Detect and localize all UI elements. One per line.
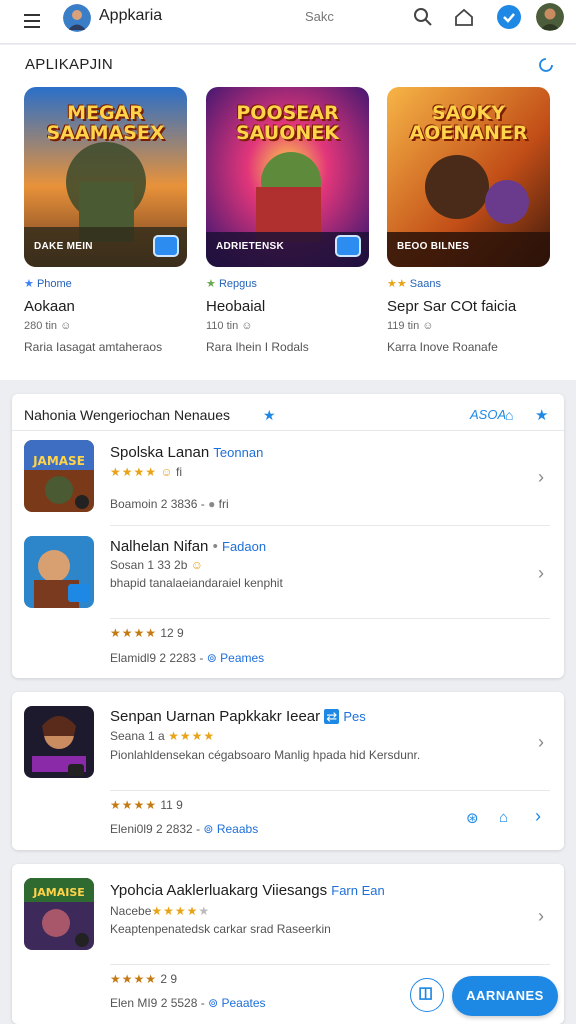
item-title[interactable]: Senpan Uarnan Papkkakr Ieear ⇄ Pes bbox=[110, 708, 366, 725]
item-meta: Boamoin 2 3836 - ● fri bbox=[110, 497, 229, 511]
thumbnail-caption: BEOO BILNES bbox=[397, 241, 470, 252]
card-tag: Repgus bbox=[218, 278, 257, 290]
featured-title: APLIKAPJIN bbox=[25, 56, 114, 73]
section-link[interactable]: ASOA bbox=[470, 407, 506, 422]
item-rating: Nacebe★★★★★ bbox=[110, 904, 210, 918]
chevron-right-icon[interactable]: › bbox=[538, 467, 544, 488]
refresh-icon[interactable] bbox=[536, 55, 556, 75]
game-thumbnail[interactable]: MEGAR SAAMASEX DAKE MEIN bbox=[24, 87, 187, 267]
item-title[interactable]: Spolska Lanan Teonnan bbox=[110, 444, 263, 461]
item-stars: ★★★★ 2 9 bbox=[110, 972, 178, 986]
app-logo[interactable] bbox=[63, 4, 91, 32]
top-bar: Appkaria Sakc bbox=[0, 0, 576, 44]
search-icon[interactable] bbox=[412, 6, 434, 28]
list-item[interactable]: Nalhelan Nifan • Fadaon Sosan 1 33 2b ☺ … bbox=[12, 526, 564, 678]
verified-icon[interactable] bbox=[497, 5, 521, 29]
card-sub: 110 tin ☺ bbox=[206, 320, 253, 332]
app-icon[interactable] bbox=[24, 536, 94, 608]
chevron-right-icon[interactable]: › bbox=[538, 732, 544, 753]
primary-action-button[interactable]: AARNANES bbox=[452, 976, 558, 1016]
item-title[interactable]: Nalhelan Nifan • Fadaon bbox=[110, 538, 266, 555]
list-item[interactable]: JAMASE Spolska Lanan Teonnan ★★★★ ☺ fi B… bbox=[12, 430, 564, 525]
download-badge-icon[interactable] bbox=[153, 235, 179, 257]
item-title[interactable]: Ypohcia Aaklerluakarg Viiesangs Farn Ean bbox=[110, 882, 385, 899]
item-desc: Pionlahldensekan cégabsoaro Manlig hpada… bbox=[110, 748, 421, 762]
card-tag: Phome bbox=[36, 278, 72, 290]
section-title: Nahonia Wengeriochan Nenaues bbox=[24, 407, 230, 423]
home-icon[interactable] bbox=[453, 6, 475, 28]
item-desc: bhapid tanalaeiandaraiel kenphit bbox=[110, 576, 283, 590]
search-input[interactable]: Sakc bbox=[305, 9, 334, 24]
download-badge-icon[interactable] bbox=[335, 235, 361, 257]
star-icon: ★ bbox=[206, 278, 216, 290]
menu-icon[interactable] bbox=[22, 10, 44, 32]
card-desc: Raria Iasagat amtaheraos bbox=[24, 340, 163, 354]
item-meta: Elamidl9 2 2283 - ⊚ Peames bbox=[110, 651, 265, 665]
game-thumbnail[interactable]: SAOKY AOENANER BEOO BILNES bbox=[387, 87, 550, 267]
item-rating: Sosan 1 33 2b ☺ bbox=[110, 558, 204, 572]
thumbnail-title: POOSEAR SAUONEK bbox=[236, 102, 339, 144]
card-desc: Rara Ihein I Rodals bbox=[206, 340, 309, 354]
card-desc: Karra Inove Roanafe bbox=[387, 340, 498, 354]
card-name[interactable]: Sepr Sar COt faicia bbox=[387, 298, 516, 315]
thumbnail-title: SAOKY AOENANER bbox=[409, 102, 528, 144]
chevron-right-icon[interactable]: › bbox=[535, 806, 541, 827]
thumbnail-caption: ADRIETENSK bbox=[216, 241, 285, 252]
svg-text:JAMASE: JAMASE bbox=[32, 454, 85, 468]
star-icon: ★ bbox=[263, 407, 276, 423]
bookmark-icon[interactable]: ⌂ bbox=[499, 809, 508, 826]
divider bbox=[110, 618, 550, 619]
bookmark-fab-button[interactable] bbox=[410, 978, 444, 1012]
card-sub: 119 tin ☺ bbox=[387, 320, 434, 332]
divider bbox=[110, 790, 550, 791]
app-icon[interactable]: JAMASE bbox=[24, 440, 94, 512]
star-icon: ★★ bbox=[387, 278, 407, 290]
thumbnail-caption: DAKE MEIN bbox=[34, 241, 93, 252]
item-rating: Seana 1 a ★★★★ bbox=[110, 729, 216, 743]
bookmark-icon[interactable]: ⌂ bbox=[505, 407, 513, 423]
thumbnail-title: MEGAR SAAMASEX bbox=[46, 102, 165, 144]
item-rating: ★★★★ ☺ fi bbox=[110, 465, 182, 479]
item-stars: ★★★★ 11 9 bbox=[110, 798, 183, 812]
chevron-right-icon[interactable]: › bbox=[538, 906, 544, 927]
item-stars: ★★★★ 12 9 bbox=[110, 626, 184, 640]
app-icon[interactable] bbox=[24, 706, 94, 778]
svg-text:JAMAISE: JAMAISE bbox=[32, 886, 85, 899]
item-meta: Elen MI9 2 5528 - ⊚ Peaates bbox=[110, 996, 266, 1010]
card-name[interactable]: Heobaial bbox=[206, 298, 265, 315]
favorite-icon[interactable]: ★ bbox=[535, 406, 548, 424]
app-title: Appkaria bbox=[99, 7, 163, 24]
app-icon[interactable]: JAMAISE bbox=[24, 878, 94, 950]
list-item[interactable]: Senpan Uarnan Papkkakr Ieear ⇄ Pes Seana… bbox=[12, 692, 564, 850]
featured-section: APLIKAPJIN MEGAR SAAMASEX DAKE MEIN ★ Ph… bbox=[0, 45, 576, 380]
card-tag: Saans bbox=[409, 278, 441, 290]
section-header: Nahonia Wengeriochan Nenaues ★ ASOA ⌂ ★ bbox=[12, 395, 564, 431]
chevron-right-icon[interactable]: › bbox=[538, 563, 544, 584]
divider bbox=[110, 964, 550, 965]
user-avatar[interactable] bbox=[536, 3, 564, 31]
game-thumbnail[interactable]: POOSEAR SAUONEK ADRIETENSK bbox=[206, 87, 369, 267]
item-desc: Keaptenpenatedsk carkar srad Raseerkin bbox=[110, 922, 331, 936]
item-meta: Eleni0l9 2 2832 - ⊚ Reaabs bbox=[110, 822, 259, 836]
card-name[interactable]: Aokaan bbox=[24, 298, 75, 315]
star-icon: ★ bbox=[24, 278, 34, 290]
share-icon[interactable]: ⊛ bbox=[466, 809, 479, 827]
card-sub: 280 tin ☺ bbox=[24, 320, 72, 332]
